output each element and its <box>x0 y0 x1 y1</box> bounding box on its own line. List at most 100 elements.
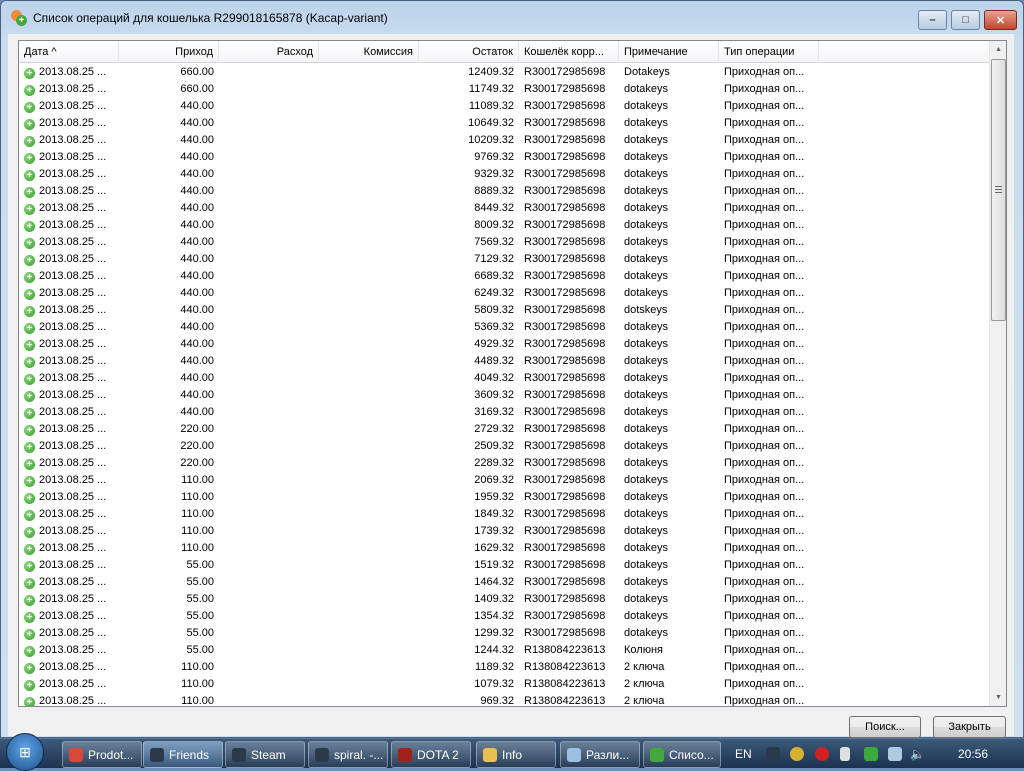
table-row[interactable]: +2013.08.25 ... 440.00 3169.32 R30017298569… <box>19 404 989 421</box>
table-row[interactable]: +2013.08.25 ... 440.00 4049.32 R30017298569… <box>19 370 989 387</box>
expense-cell <box>219 251 319 268</box>
table-row[interactable]: +2013.08.25 ... 660.00 11749.32 R3001729856… <box>19 81 989 98</box>
income-plus-icon: + <box>24 578 35 589</box>
note-cell: dotakeys <box>624 372 669 384</box>
language-indicator[interactable]: EN <box>735 739 752 769</box>
commission-cell <box>319 642 419 659</box>
date-cell: +2013.08.25 ... <box>19 251 119 268</box>
taskbar-item[interactable]: Friends <box>143 741 223 768</box>
table-row[interactable]: +2013.08.25 ... 220.00 2509.32 R30017298569… <box>19 438 989 455</box>
column-header[interactable]: Дата ^ <box>19 41 119 63</box>
date-cell: +2013.08.25 ... <box>19 557 119 574</box>
close-button[interactable]: Закрыть <box>933 716 1006 738</box>
webmoney-tray-icon[interactable] <box>864 747 878 761</box>
table-row[interactable]: +2013.08.25 ... 440.00 9769.32 R30017298569… <box>19 149 989 166</box>
expense-cell <box>219 421 319 438</box>
taskbar-item[interactable]: spiral. -... <box>308 741 388 768</box>
income-cell: 440.00 <box>180 304 214 316</box>
table-row[interactable]: +2013.08.25 ... 440.00 3609.32 R30017298569… <box>19 387 989 404</box>
table-row[interactable]: +2013.08.25 ... 110.00 2069.32 R30017298569… <box>19 472 989 489</box>
scroll-down-icon[interactable]: ▼ <box>990 689 1006 706</box>
table-row[interactable]: +2013.08.25 ... 440.00 7569.32 R30017298569… <box>19 234 989 251</box>
taskbar-item[interactable]: Info <box>476 741 556 768</box>
column-header[interactable]: Тип операции <box>719 41 819 63</box>
table-row[interactable]: +2013.08.25 ... 660.00 12409.32 R3001729856… <box>19 64 989 81</box>
taskbar-item[interactable]: Списо... <box>643 741 721 768</box>
close-window-button[interactable]: ✕ <box>984 10 1017 30</box>
search-button[interactable]: Поиск... <box>849 716 921 738</box>
table-row[interactable]: +2013.08.25 ... 220.00 2289.32 R30017298569… <box>19 455 989 472</box>
taskbar-item-label: DOTA 2 <box>417 747 459 762</box>
date-cell: +2013.08.25 ... <box>19 64 119 81</box>
clock[interactable]: 20:56 <box>958 739 988 769</box>
table-row[interactable]: +2013.08.25 ... 110.00 1189.32 R13808422361… <box>19 659 989 676</box>
column-header[interactable]: Остаток <box>419 41 519 63</box>
network-icon[interactable] <box>888 747 902 761</box>
table-row[interactable]: +2013.08.25 ... 440.00 4929.32 R30017298569… <box>19 336 989 353</box>
vertical-scrollbar[interactable]: ▲ ▼ <box>989 41 1006 706</box>
table-row[interactable]: +2013.08.25 ... 440.00 4489.32 R30017298569… <box>19 353 989 370</box>
table-row[interactable]: +2013.08.25 ... 110.00 1079.32 R13808422361… <box>19 676 989 693</box>
note-cell: dotakeys <box>624 542 669 554</box>
note-cell: dotakeys <box>624 559 669 571</box>
type-cell: Приходная оп... <box>724 508 805 520</box>
table-row[interactable]: +2013.08.25 ... 110.00 1629.32 R30017298569… <box>19 540 989 557</box>
table-row[interactable]: +2013.08.25 ... 440.00 9329.32 R30017298569… <box>19 166 989 183</box>
scroll-up-icon[interactable]: ▲ <box>990 41 1006 58</box>
type-cell: Приходная оп... <box>724 610 805 622</box>
income-plus-icon: + <box>24 374 35 385</box>
table-row[interactable]: +2013.08.25 ... 110.00 1959.32 R30017298569… <box>19 489 989 506</box>
table-row[interactable]: +2013.08.25 ... 110.00 969.32 R138084223613… <box>19 693 989 706</box>
operations-list[interactable]: Дата ^ Приход Расход Комиссия Остаток Кошелёк… <box>18 40 1007 707</box>
table-row[interactable]: +2013.08.25 ... 110.00 1739.32 R30017298569… <box>19 523 989 540</box>
column-header[interactable]: Приход <box>119 41 219 63</box>
column-header[interactable]: Примечание <box>619 41 719 63</box>
table-row[interactable]: +2013.08.25 ... 440.00 5369.32 R30017298569… <box>19 319 989 336</box>
commission-cell <box>319 370 419 387</box>
table-row[interactable]: +2013.08.25 ... 440.00 8009.32 R30017298569… <box>19 217 989 234</box>
expense-cell <box>219 489 319 506</box>
taskbar-item[interactable]: Разли... <box>560 741 640 768</box>
table-row[interactable]: +2013.08.25 ... 440.00 6249.32 R30017298569… <box>19 285 989 302</box>
column-header[interactable]: Кошелёк корр... <box>519 41 619 63</box>
maximize-button[interactable]: □ <box>951 10 980 30</box>
table-row[interactable]: +2013.08.25 ... 55.00 1244.32 R138084223613… <box>19 642 989 659</box>
volume-icon[interactable]: 🔈 <box>910 739 925 769</box>
note-cell: dotakeys <box>624 610 669 622</box>
date-cell: +2013.08.25 ... <box>19 166 119 183</box>
table-row[interactable]: +2013.08.25 ... 440.00 10209.32 R3001729856… <box>19 132 989 149</box>
minimize-button[interactable]: – <box>918 10 947 30</box>
taskbar-item[interactable]: DOTA 2 <box>391 741 471 768</box>
agent-tray-icon[interactable] <box>790 747 804 761</box>
type-cell: Приходная оп... <box>724 525 805 537</box>
table-row[interactable]: +2013.08.25 ... 440.00 5809.32 R30017298569… <box>19 302 989 319</box>
steam-icon <box>232 747 246 762</box>
table-row[interactable]: +2013.08.25 ... 55.00 1519.32 R300172985698… <box>19 557 989 574</box>
date-cell: +2013.08.25 ... <box>19 574 119 591</box>
taskbar-item[interactable]: Steam <box>225 741 305 768</box>
table-row[interactable]: +2013.08.25 ... 440.00 8889.32 R30017298569… <box>19 183 989 200</box>
table-row[interactable]: +2013.08.25 ... 440.00 10649.32 R3001729856… <box>19 115 989 132</box>
table-row[interactable]: +2013.08.25 ... 55.00 1354.32 R300172985698… <box>19 608 989 625</box>
flag-icon[interactable] <box>840 747 850 761</box>
table-row[interactable]: +2013.08.25 ... 440.00 6689.32 R30017298569… <box>19 268 989 285</box>
column-header[interactable]: Комиссия <box>319 41 419 63</box>
column-header[interactable]: Расход <box>219 41 319 63</box>
os-tray-icon[interactable] <box>815 747 829 761</box>
table-row[interactable]: +2013.08.25 ... 55.00 1299.32 R300172985698… <box>19 625 989 642</box>
scroll-thumb[interactable] <box>991 59 1006 321</box>
table-row[interactable]: +2013.08.25 ... 220.00 2729.32 R30017298569… <box>19 421 989 438</box>
table-row[interactable]: +2013.08.25 ... 440.00 8449.32 R30017298569… <box>19 200 989 217</box>
table-row[interactable]: +2013.08.25 ... 440.00 11089.32 R3001729856… <box>19 98 989 115</box>
balance-cell: 2509.32 <box>474 440 514 452</box>
date-text: 2013.08.25 ... <box>39 474 107 486</box>
income-plus-icon: + <box>24 476 35 487</box>
date-cell: +2013.08.25 ... <box>19 625 119 642</box>
start-button[interactable]: ⊞ <box>6 733 44 771</box>
table-row[interactable]: +2013.08.25 ... 110.00 1849.32 R30017298569… <box>19 506 989 523</box>
table-row[interactable]: +2013.08.25 ... 55.00 1464.32 R300172985698… <box>19 574 989 591</box>
steam-tray-icon[interactable] <box>766 747 780 761</box>
taskbar-item[interactable]: Prodot... <box>62 741 142 768</box>
table-row[interactable]: +2013.08.25 ... 440.00 7129.32 R30017298569… <box>19 251 989 268</box>
table-row[interactable]: +2013.08.25 ... 55.00 1409.32 R300172985698… <box>19 591 989 608</box>
